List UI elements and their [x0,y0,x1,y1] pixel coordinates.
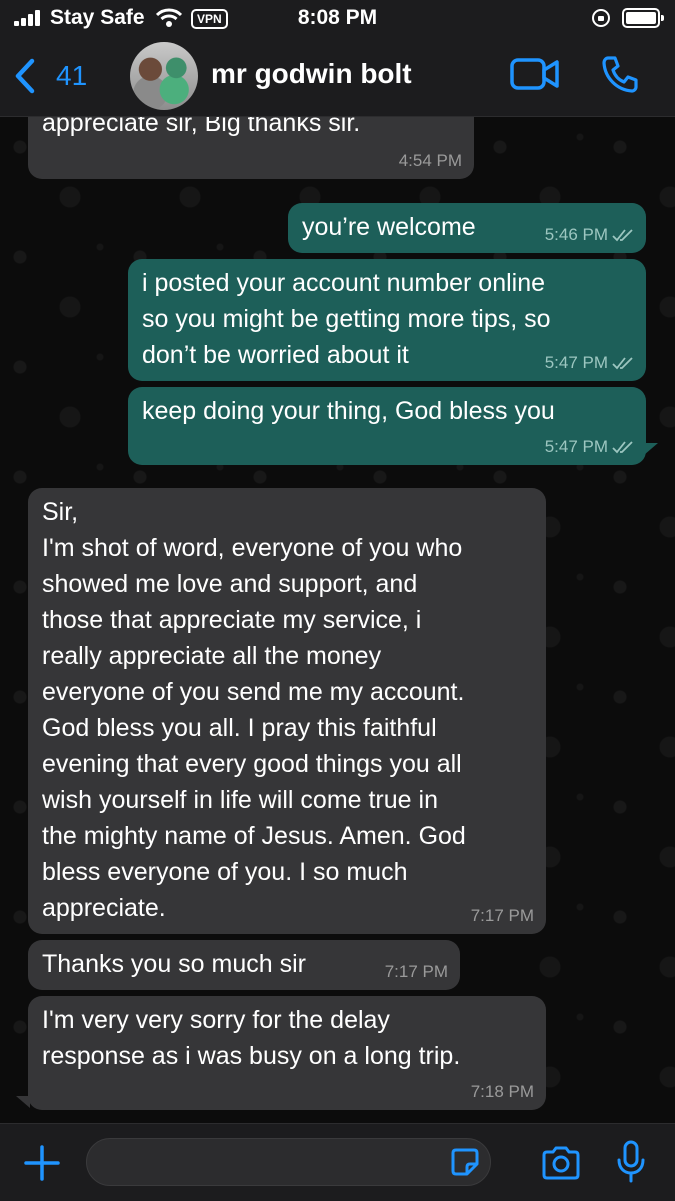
message-time: 5:46 PM [544,225,608,244]
chevron-left-icon [15,58,35,94]
avatar[interactable] [130,42,198,110]
message-text: I'm very very sorry for the delay respon… [42,1006,461,1070]
video-camera-icon[interactable] [510,57,560,91]
microphone-icon[interactable] [616,1140,646,1184]
battery-icon [622,8,664,28]
status-bar: Stay Safe VPN 8:08 PM [0,0,675,40]
plus-icon[interactable] [22,1143,62,1183]
message-bubble-incoming[interactable]: appreciate sir, Big thanks sir. 4:54 PM [28,117,474,179]
message-bubble-incoming[interactable]: Sir, I'm shot of word, everyone of you w… [28,488,546,934]
message-text: keep doing your thing, God bless you [142,397,555,425]
message-time: 5:47 PM [544,353,608,372]
message-time: 5:47 PM [544,437,608,456]
back-button[interactable]: 41 [14,54,87,98]
chat-header: 41 mr godwin bolt [0,40,675,117]
double-check-icon [612,357,633,370]
message-bubble-incoming[interactable]: Thanks you so much sir 7:17 PM [28,940,460,990]
bubble-tail [644,443,658,455]
message-bubble-outgoing[interactable]: i posted your account number online so y… [128,259,646,381]
message-input[interactable] [86,1138,491,1186]
camera-icon[interactable] [540,1145,582,1181]
contact-name[interactable]: mr godwin bolt [211,58,412,90]
status-time: 8:08 PM [297,6,378,29]
message-text: appreciate sir, Big thanks sir. [42,117,361,137]
message-time: 7:17 PM [470,906,534,925]
composer-bar [0,1123,675,1201]
phone-icon[interactable] [600,54,640,94]
bubble-tail [16,1096,30,1108]
rotation-lock-icon [592,9,610,27]
message-time: 4:54 PM [398,151,462,170]
sticker-icon[interactable] [450,1147,480,1177]
message-time: 7:17 PM [384,962,448,981]
message-bubble-incoming[interactable]: I'm very very sorry for the delay respon… [28,996,546,1110]
message-text: Sir, I'm shot of word, everyone of you w… [42,498,466,922]
double-check-icon [612,441,633,454]
message-list[interactable]: appreciate sir, Big thanks sir. 4:54 PM … [0,117,675,1123]
message-bubble-outgoing[interactable]: keep doing your thing, God bless you 5:4… [128,387,646,465]
message-time: 7:18 PM [470,1082,534,1101]
double-check-icon [612,229,633,242]
message-bubble-outgoing[interactable]: you’re welcome 5:46 PM [288,203,646,253]
unread-count: 41 [56,60,88,91]
